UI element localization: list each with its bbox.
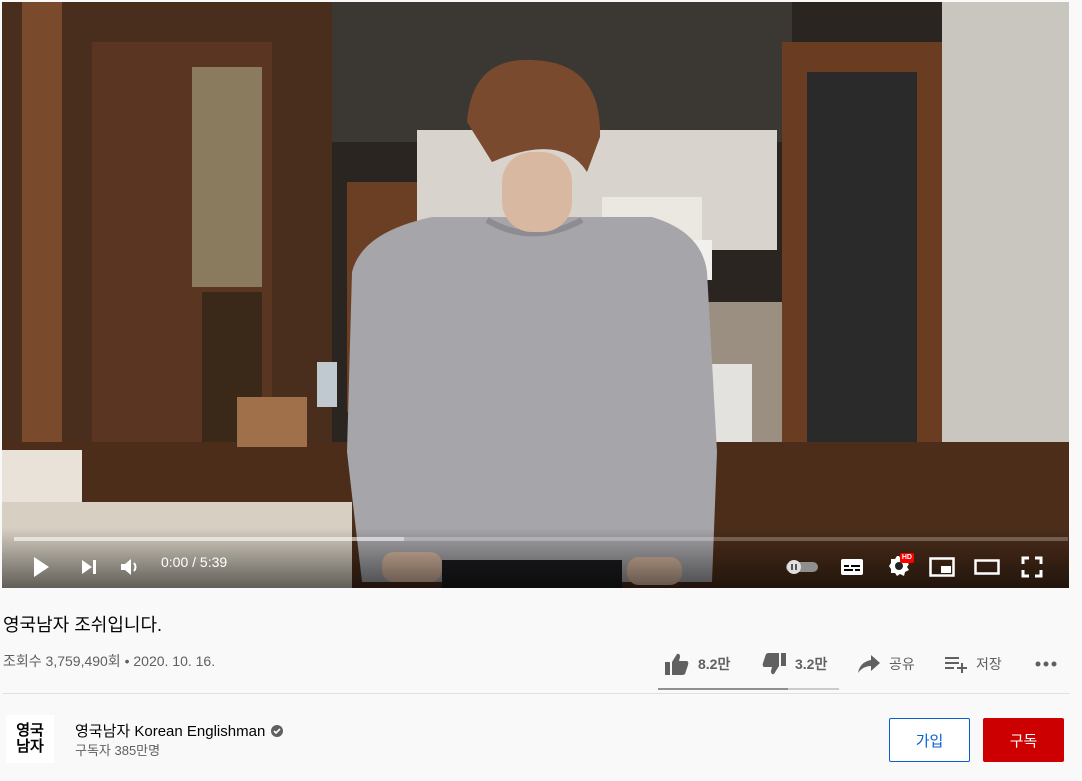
theater-button[interactable] xyxy=(972,554,1002,580)
fullscreen-button[interactable] xyxy=(1018,554,1046,580)
like-icon xyxy=(665,653,689,675)
play-button[interactable] xyxy=(28,554,54,580)
dislike-icon xyxy=(762,653,786,675)
playlist-add-icon xyxy=(945,657,967,673)
sentiment-like-fill xyxy=(658,688,789,690)
join-button[interactable]: 가입 xyxy=(889,718,970,762)
subscribe-button[interactable]: 구독 xyxy=(983,718,1064,762)
progress-bar[interactable] xyxy=(14,537,1068,541)
next-icon xyxy=(82,560,96,574)
theater-icon xyxy=(974,559,1000,575)
time-current: 0:00 xyxy=(161,554,189,570)
time-display: 0:00 / 5:39 xyxy=(161,554,228,570)
save-button[interactable]: 저장 xyxy=(944,646,1002,682)
fullscreen-icon xyxy=(1021,556,1043,578)
share-button[interactable]: 공유 xyxy=(857,646,915,682)
save-label: 저장 xyxy=(976,656,1002,672)
subscriber-count: 구독자 385만명 xyxy=(75,743,161,758)
volume-button[interactable] xyxy=(117,554,143,580)
divider xyxy=(3,693,1070,694)
channel-name-row[interactable]: 영국남자 Korean Englishman xyxy=(75,720,284,741)
settings-button[interactable]: HD xyxy=(884,552,914,580)
play-icon xyxy=(34,557,49,577)
miniplayer-icon xyxy=(929,557,955,577)
dislike-button[interactable]: 3.2만 xyxy=(761,646,827,682)
autoplay-toggle-icon xyxy=(786,560,818,574)
video-frame xyxy=(2,2,1069,588)
subtitles-icon xyxy=(841,559,863,575)
channel-avatar[interactable]: 영국 남자 xyxy=(6,715,54,763)
dislike-count: 3.2만 xyxy=(795,656,828,672)
channel-name[interactable]: 영국남자 Korean Englishman xyxy=(75,720,265,741)
autoplay-toggle[interactable] xyxy=(785,556,819,578)
volume-icon xyxy=(121,559,137,575)
video-meta: 조회수 3,759,490회 • 2020. 10. 16. xyxy=(3,653,216,669)
like-count: 8.2만 xyxy=(698,656,731,672)
more-horizontal-icon xyxy=(1035,661,1057,667)
subtitles-button[interactable] xyxy=(838,554,866,580)
share-icon xyxy=(858,655,880,673)
more-actions-button[interactable] xyxy=(1034,646,1058,682)
video-player[interactable] xyxy=(2,2,1069,588)
verified-icon xyxy=(271,724,284,737)
avatar-text-top: 영국 xyxy=(16,722,44,739)
avatar-text-bottom: 남자 xyxy=(16,738,44,755)
miniplayer-button[interactable] xyxy=(928,554,956,580)
progress-loaded xyxy=(14,537,404,541)
like-button[interactable]: 8.2만 xyxy=(664,646,730,682)
next-button[interactable] xyxy=(76,554,102,580)
time-total: 5:39 xyxy=(199,554,228,570)
sentiment-bar xyxy=(658,688,839,690)
video-title: 영국남자 조쉬입니다. xyxy=(3,615,163,635)
hd-badge: HD xyxy=(899,553,914,563)
share-label: 공유 xyxy=(889,656,915,672)
